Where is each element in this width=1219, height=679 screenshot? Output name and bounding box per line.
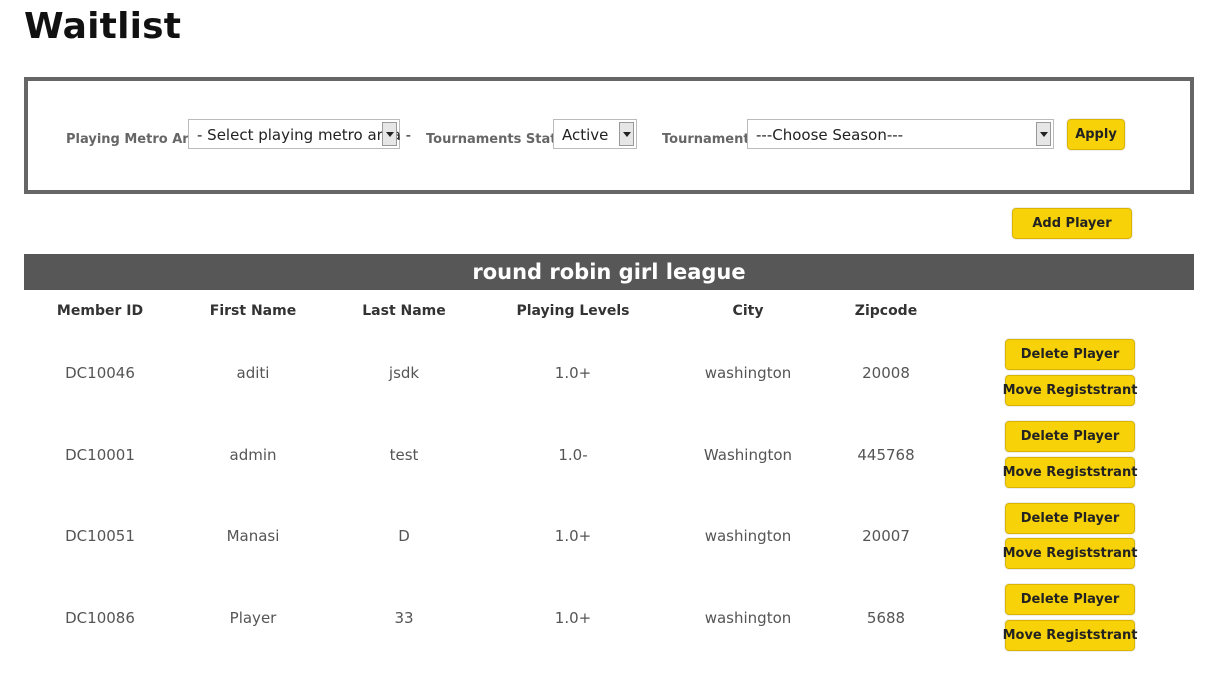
cell-playing-level: 1.0+ <box>554 609 592 627</box>
cell-member-id: DC10086 <box>65 609 135 627</box>
delete-player-button[interactable]: Delete Player <box>1005 339 1135 370</box>
metro-area-label: Playing Metro Area <box>66 132 207 147</box>
tournaments-label: Tournaments <box>662 132 758 147</box>
cell-member-id: DC10051 <box>65 527 135 545</box>
header-member-id: Member ID <box>56 303 144 319</box>
header-last-name: Last Name <box>362 303 446 319</box>
cell-city: washington <box>704 364 792 382</box>
cell-city: washington <box>704 609 792 627</box>
tournaments-status-select[interactable]: Active <box>553 119 637 149</box>
metro-area-select[interactable]: - Select playing metro area - <box>188 119 411 149</box>
cell-zipcode: 5688 <box>866 609 906 627</box>
cell-last-name: jsdk <box>388 364 420 382</box>
cell-first-name: Player <box>229 609 277 627</box>
cell-zipcode: 20007 <box>862 527 910 545</box>
cell-playing-level: 1.0+ <box>554 527 592 545</box>
delete-player-button[interactable]: Delete Player <box>1005 584 1135 615</box>
chevron-down-icon <box>1036 122 1051 146</box>
header-zipcode: Zipcode <box>854 303 918 319</box>
tournaments-status-label: Tournaments Status <box>426 132 574 147</box>
chevron-down-icon <box>382 122 397 146</box>
add-player-button[interactable]: Add Player <box>1012 208 1132 239</box>
apply-button[interactable]: Apply <box>1067 119 1125 150</box>
move-registrant-button[interactable]: Move Registstrant <box>1003 457 1137 488</box>
cell-city: washington <box>704 527 792 545</box>
header-first-name: First Name <box>209 303 297 319</box>
move-registrant-button[interactable]: Move Registstrant <box>1003 538 1137 569</box>
cell-last-name: test <box>389 446 419 464</box>
league-title: round robin girl league <box>24 254 1194 290</box>
page-title: Waitlist <box>24 6 182 47</box>
delete-player-button[interactable]: Delete Player <box>1005 421 1135 452</box>
cell-last-name: 33 <box>394 609 414 627</box>
cell-first-name: aditi <box>236 364 270 382</box>
tournaments-status-value: Active <box>562 126 609 144</box>
cell-member-id: DC10001 <box>65 446 135 464</box>
tournaments-value: ---Choose Season--- <box>756 126 904 144</box>
cell-city: Washington <box>703 446 793 464</box>
move-registrant-button[interactable]: Move Registstrant <box>1003 620 1137 651</box>
delete-player-button[interactable]: Delete Player <box>1005 503 1135 534</box>
header-city: City <box>732 303 764 319</box>
tournaments-select[interactable]: ---Choose Season--- <box>747 119 1054 149</box>
chevron-down-icon <box>619 122 634 146</box>
cell-playing-level: 1.0- <box>558 446 588 464</box>
filter-panel: Playing Metro Area - Select playing metr… <box>24 77 1194 194</box>
cell-member-id: DC10046 <box>65 364 135 382</box>
header-playing-levels: Playing Levels <box>516 303 630 319</box>
cell-zipcode: 445768 <box>857 446 915 464</box>
metro-area-value: - Select playing metro area - <box>197 126 412 144</box>
cell-first-name: Manasi <box>226 527 280 545</box>
cell-first-name: admin <box>229 446 277 464</box>
cell-playing-level: 1.0+ <box>554 364 592 382</box>
move-registrant-button[interactable]: Move Registstrant <box>1003 375 1137 406</box>
cell-zipcode: 20008 <box>862 364 910 382</box>
cell-last-name: D <box>398 527 410 545</box>
